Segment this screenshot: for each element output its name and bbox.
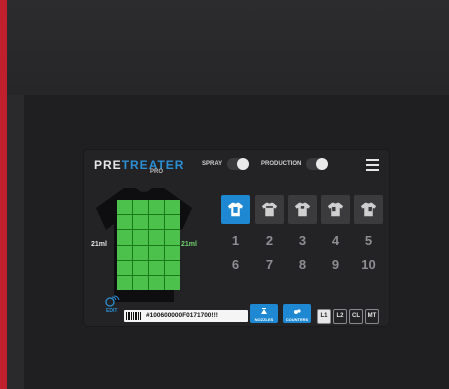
shirt-icon <box>294 202 311 217</box>
red-frame-edge <box>0 0 7 389</box>
channel-l1[interactable]: L1 <box>317 309 331 324</box>
production-label: PRODUCTION <box>261 161 302 167</box>
shirt-preset-1[interactable] <box>221 195 250 224</box>
machine-screen: PRETREATER PRO SPRAY PRODUCTION 21ml 21m… <box>84 150 389 326</box>
preset-number-9[interactable]: 9 <box>321 254 350 276</box>
preset-number-7[interactable]: 7 <box>255 254 284 276</box>
preset-number-5[interactable]: 5 <box>354 230 383 252</box>
counters-label: COUNTERS <box>285 317 309 322</box>
shirt-icon <box>327 202 344 217</box>
print-area-grid[interactable] <box>117 200 180 290</box>
logo-sub: PRO <box>150 169 164 175</box>
nozzles-button[interactable]: NOZZLES <box>250 304 278 323</box>
channel-cl[interactable]: CL <box>349 309 363 324</box>
menu-icon[interactable] <box>366 159 379 171</box>
nozzles-label: NOZZLES <box>254 317 274 322</box>
shirt-icon <box>261 202 278 217</box>
top-bar: PRETREATER PRO SPRAY PRODUCTION <box>84 150 389 182</box>
shirt-preset-2[interactable] <box>255 195 284 224</box>
nozzle-icon <box>261 308 267 314</box>
preset-number-4[interactable]: 4 <box>321 230 350 252</box>
shirt-preset-3[interactable] <box>288 195 317 224</box>
barcode-value: #100600000F0171700!!! <box>146 312 218 319</box>
left-amount: 21ml <box>91 241 107 248</box>
spray-toggle-knob <box>237 158 249 170</box>
shirt-icon <box>360 202 377 217</box>
preset-number-3[interactable]: 3 <box>288 230 317 252</box>
shirt-preset-4[interactable] <box>321 195 350 224</box>
logo: PRETREATER PRO <box>94 158 184 175</box>
shirt-icon <box>227 202 244 217</box>
shirt-preset-5[interactable] <box>354 195 383 224</box>
background-panel <box>7 0 449 95</box>
edit-icon[interactable] <box>104 295 120 309</box>
barcode-icon <box>126 312 141 320</box>
logo-primary: PRE <box>94 158 122 172</box>
preset-number-6[interactable]: 6 <box>221 254 250 276</box>
spray-label: SPRAY <box>202 161 223 167</box>
production-toggle-knob <box>316 158 328 170</box>
right-amount: 21ml <box>181 241 197 248</box>
production-toggle[interactable] <box>306 158 328 170</box>
channel-mt[interactable]: MT <box>365 309 379 324</box>
preset-number-1[interactable]: 1 <box>221 230 250 252</box>
preset-number-2[interactable]: 2 <box>255 230 284 252</box>
counters-button[interactable]: COUNTERS <box>283 304 311 323</box>
channel-l2[interactable]: L2 <box>333 309 347 324</box>
counter-icon <box>294 309 301 314</box>
preset-number-10[interactable]: 10 <box>354 254 383 276</box>
preset-number-8[interactable]: 8 <box>288 254 317 276</box>
spray-toggle[interactable] <box>227 158 249 170</box>
edit-label[interactable]: EDIT <box>106 308 117 314</box>
barcode-field[interactable]: #100600000F0171700!!! <box>124 310 248 322</box>
